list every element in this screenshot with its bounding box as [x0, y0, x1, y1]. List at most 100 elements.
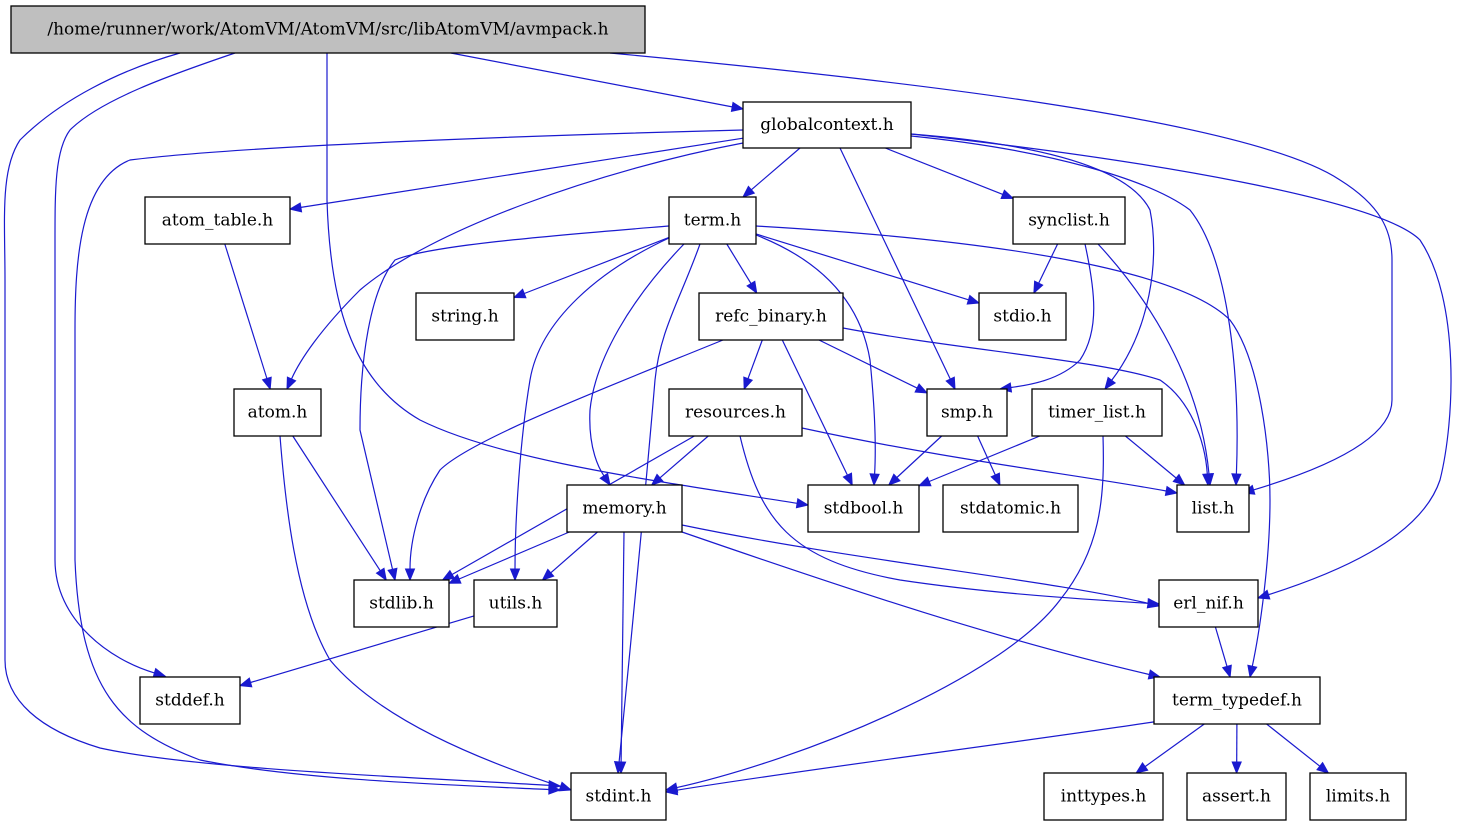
node-refc-binary[interactable]: refc_binary.h: [698, 292, 844, 341]
node-resources[interactable]: resources.h: [668, 388, 803, 437]
edge-line: [928, 435, 1041, 483]
edge-line: [1214, 626, 1228, 667]
node-atom[interactable]: atom.h: [233, 388, 322, 437]
edge-line: [1038, 243, 1059, 284]
edge-line: [747, 339, 763, 379]
node-utils[interactable]: utils.h: [473, 579, 558, 628]
edge-line: [755, 234, 876, 475]
node-smp[interactable]: smp.h: [926, 388, 1008, 437]
node-label: stdlib.h: [369, 594, 434, 614]
edge-atom-to-stdlib: [292, 435, 387, 582]
arrowhead-icon: [1033, 280, 1044, 295]
edge-line: [755, 233, 969, 301]
arrowhead-icon: [945, 376, 956, 391]
edge-globalcontext-to-term: [741, 147, 801, 198]
arrowhead-icon: [746, 280, 758, 295]
arrowhead-icon: [1135, 761, 1149, 774]
edge-line: [750, 147, 801, 191]
edge-line: [885, 147, 1004, 195]
arrowhead-icon: [1316, 761, 1330, 774]
edge-timer_list-to-list: [1125, 435, 1186, 486]
node-list[interactable]: list.h: [1176, 484, 1250, 533]
edge-line: [224, 243, 268, 379]
arrowhead-icon: [238, 677, 253, 688]
edge-term-to-refc_binary: [726, 243, 758, 295]
node-label: synclist.h: [1028, 211, 1110, 231]
edge-term-to-memory: [589, 243, 685, 487]
edge-line: [292, 435, 381, 572]
node-timer-list[interactable]: timer_list.h: [1031, 388, 1163, 437]
arrowhead-icon: [730, 101, 745, 112]
arrowhead-icon: [286, 376, 297, 391]
edge-avmpack-to-stdbool: [326, 53, 810, 509]
edge-globalcontext-to-atom: [286, 142, 744, 391]
node-erl-nif[interactable]: erl_nif.h: [1158, 579, 1259, 628]
node-label: term.h: [684, 211, 742, 231]
edge-line: [681, 531, 1150, 676]
node-memory[interactable]: memory.h: [566, 484, 683, 533]
arrowhead-icon: [842, 472, 853, 487]
arrowhead-icon: [509, 568, 521, 582]
node-label: erl_nif.h: [1173, 594, 1244, 614]
edge-line: [409, 339, 724, 570]
node-stdbool[interactable]: stdbool.h: [807, 484, 920, 533]
edge-line: [524, 236, 670, 295]
node-string[interactable]: string.h: [415, 292, 515, 341]
arrowhead-icon: [1221, 664, 1232, 679]
node-label: stdbool.h: [824, 499, 904, 519]
node-stdint[interactable]: stdint.h: [570, 772, 667, 821]
edge-line: [1125, 435, 1177, 479]
edge-line: [839, 147, 951, 380]
node-label: string.h: [431, 307, 498, 327]
arrowhead-icon: [375, 567, 387, 582]
edge-avmpack-to-stddef: [54, 52, 236, 678]
edge-memory-to-term_typedef: [681, 531, 1162, 680]
edge-term_typedef-to-assert: [1231, 723, 1242, 775]
edge-globalcontext-to-synclist: [885, 147, 1015, 200]
arrowhead-icon: [795, 497, 810, 509]
node-avmpack[interactable]: /home/runner/work/AtomVM/AtomVM/src/libA…: [10, 5, 646, 54]
node-stdatomic[interactable]: stdatomic.h: [942, 484, 1079, 533]
node-synclist[interactable]: synclist.h: [1012, 196, 1126, 245]
node-label: limits.h: [1326, 787, 1390, 807]
node-atom-table[interactable]: atom_table.h: [144, 196, 291, 245]
node-label: list.h: [1192, 499, 1235, 519]
edge-refc_binary-to-smp: [818, 339, 929, 394]
edge-timer_list-to-stdbool: [917, 435, 1041, 487]
arrowhead-icon: [990, 472, 1001, 487]
arrowhead-icon: [966, 294, 981, 305]
node-term[interactable]: term.h: [668, 196, 757, 245]
edge-memory-to-utils: [541, 531, 598, 581]
edge-atom_table-to-atom: [224, 243, 272, 391]
edge-line: [589, 243, 685, 477]
node-label: stdatomic.h: [960, 499, 1061, 519]
arrowhead-icon: [743, 376, 754, 391]
edge-line: [681, 524, 1149, 604]
node-stdlib[interactable]: stdlib.h: [353, 579, 450, 628]
arrowhead-icon: [1172, 473, 1186, 486]
arrowhead-icon: [387, 567, 398, 582]
edge-line: [1097, 243, 1210, 475]
node-limits[interactable]: limits.h: [1309, 772, 1407, 821]
arrowhead-icon: [152, 667, 167, 678]
node-stddef[interactable]: stddef.h: [139, 676, 241, 725]
node-stdio[interactable]: stdio.h: [978, 292, 1067, 341]
node-assert[interactable]: assert.h: [1186, 772, 1287, 821]
edge-line: [726, 243, 752, 284]
node-label: term_typedef.h: [1172, 691, 1302, 711]
edge-line: [818, 339, 918, 389]
node-label: stdio.h: [993, 307, 1051, 327]
node-inttypes[interactable]: inttypes.h: [1043, 772, 1164, 821]
node-label: timer_list.h: [1048, 403, 1146, 423]
node-label: memory.h: [582, 499, 666, 519]
arrowhead-icon: [1247, 664, 1258, 679]
node-term-typedef[interactable]: term_typedef.h: [1153, 676, 1321, 725]
edge-line: [550, 531, 598, 574]
edge-line: [1144, 723, 1205, 768]
edge-line: [896, 435, 943, 478]
edge-refc_binary-to-resources: [743, 339, 763, 391]
arrowhead-icon: [512, 288, 527, 299]
edge-synclist-to-list: [1097, 243, 1215, 487]
arrowhead-icon: [1231, 761, 1242, 775]
node-globalcontext[interactable]: globalcontext.h: [742, 101, 912, 149]
